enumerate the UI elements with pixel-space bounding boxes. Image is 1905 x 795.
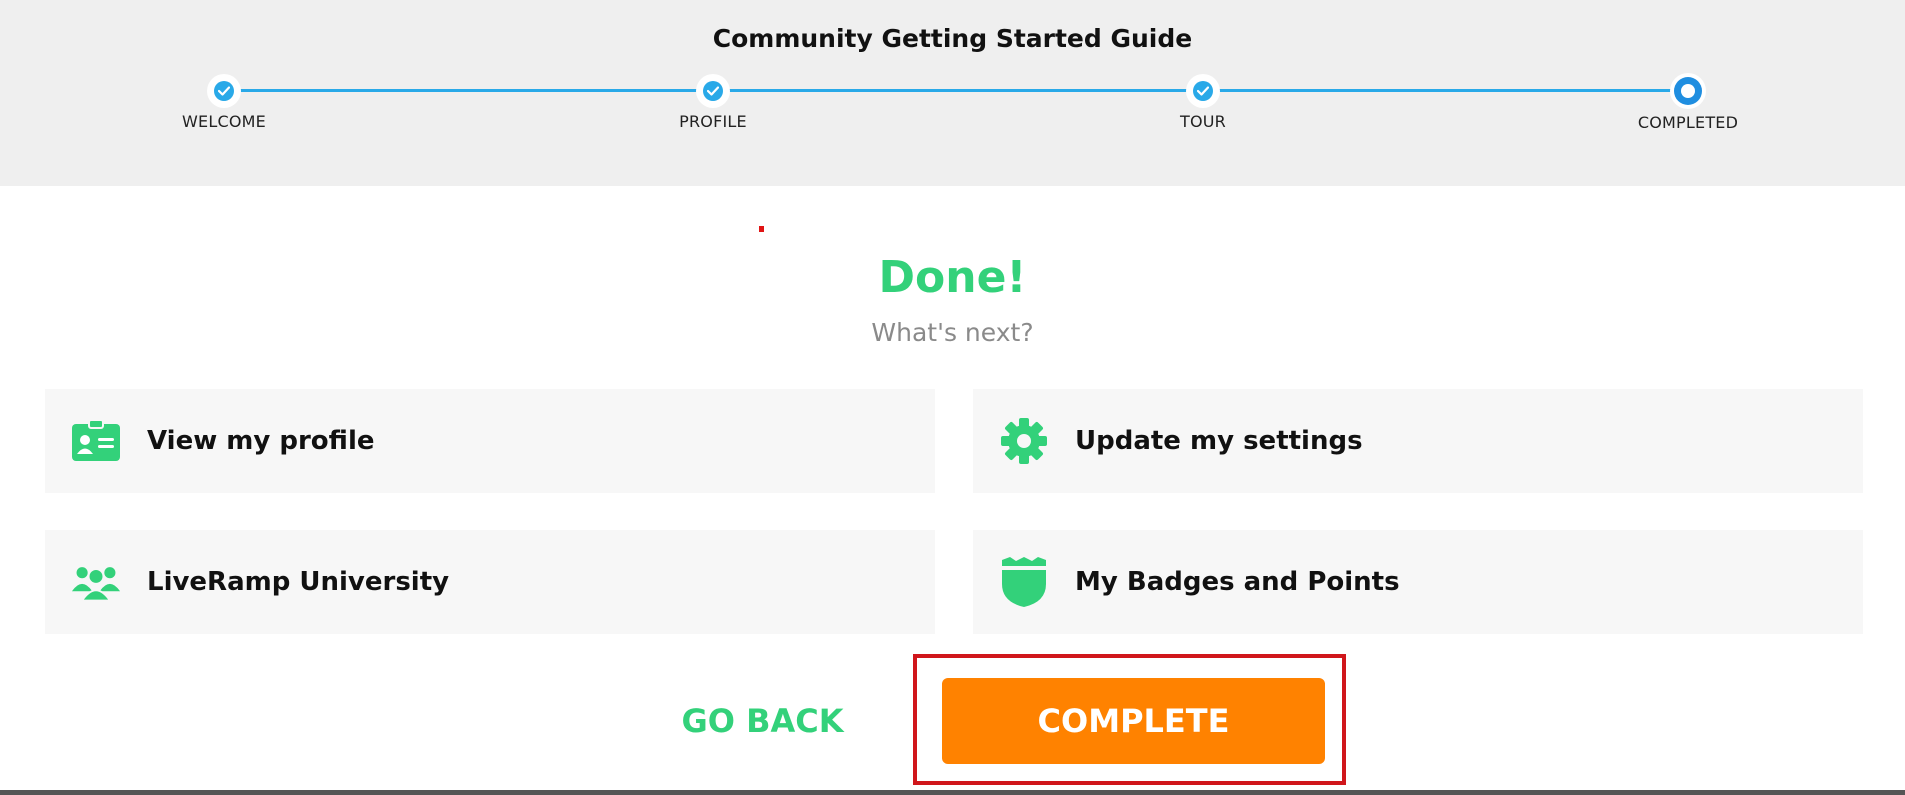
step-completed: COMPLETED [1588, 73, 1788, 132]
step-tour: TOUR [1103, 74, 1303, 131]
red-marker [759, 226, 764, 232]
badges-points-label: My Badges and Points [1075, 567, 1400, 597]
progress-line [224, 89, 1688, 92]
step-tour-label: TOUR [1180, 112, 1226, 131]
liveramp-university-label: LiveRamp University [147, 567, 450, 597]
step-welcome-label: WELCOME [182, 112, 266, 131]
step-profile: PROFILE [613, 74, 813, 131]
gear-icon [999, 416, 1049, 466]
guide-title: Community Getting Started Guide [712, 24, 1193, 53]
complete-button[interactable]: COMPLETE [942, 678, 1325, 764]
step-tour-dot [1186, 74, 1220, 108]
step-welcome: WELCOME [124, 74, 324, 131]
guide-header: Community Getting Started Guide WELCOME … [0, 0, 1905, 186]
step-profile-dot [696, 74, 730, 108]
step-completed-dot [1670, 73, 1706, 109]
badge-shield-icon [999, 557, 1049, 607]
users-group-icon [71, 557, 121, 607]
update-settings-label: Update my settings [1075, 426, 1363, 456]
step-welcome-dot [207, 74, 241, 108]
liveramp-university-card[interactable]: LiveRamp University [45, 530, 935, 634]
done-title: Done! [878, 252, 1027, 303]
update-settings-card[interactable]: Update my settings [973, 389, 1863, 493]
view-profile-card[interactable]: View my profile [45, 389, 935, 493]
check-icon [707, 86, 719, 96]
step-completed-label: COMPLETED [1637, 113, 1739, 132]
bottom-border [0, 790, 1905, 795]
check-icon [218, 86, 230, 96]
badges-points-card[interactable]: My Badges and Points [973, 530, 1863, 634]
view-profile-label: View my profile [147, 426, 375, 456]
whats-next-subtitle: What's next? [871, 318, 1034, 347]
check-icon [1197, 86, 1209, 96]
id-card-icon [71, 416, 121, 466]
step-profile-label: PROFILE [679, 112, 747, 131]
go-back-button[interactable]: GO BACK [640, 678, 885, 764]
